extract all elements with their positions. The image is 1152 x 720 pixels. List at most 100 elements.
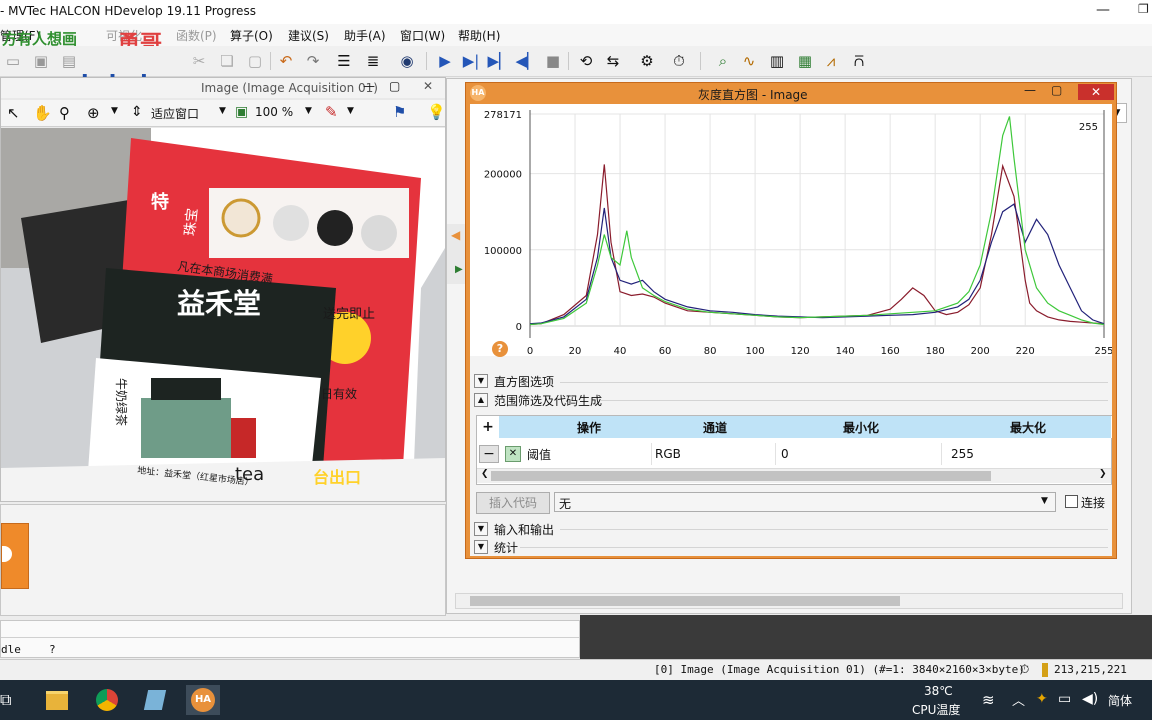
volume-icon[interactable]: ◀) [1082,691,1098,707]
magnifier-icon[interactable]: ⚲ [59,104,70,122]
col-header-max[interactable]: 最大化 [945,416,1112,438]
step-over-icon[interactable]: ▶| [460,50,482,72]
program-hscroll-thumb[interactable] [470,596,900,606]
chevron-down-icon[interactable]: ▼ [219,106,226,116]
histogram-chart[interactable]: 0 20 40 60 80 100 120 140 160 180 200 220 255 0 100000… [470,104,1114,357]
tool-icon[interactable]: ⚙ [636,50,658,72]
menu-window[interactable]: 窗口(W) [400,27,445,44]
profiler-icon[interactable]: ⏱ [668,50,690,72]
draw-color-icon[interactable]: ✎ [325,103,338,121]
camera-image[interactable]: 益禾堂 珠宝 特 凡在本商场消费满 送完即止 牛奶绿茶 tea 日有效 台出口 … [1,128,445,501]
code-target-select[interactable]: 无 ▼ [554,492,1056,512]
program-collapse-icon[interactable]: ◀ [451,228,460,242]
new-icon[interactable]: ▭ [2,50,24,72]
chevron-down-icon[interactable]: ▼ [1041,496,1048,506]
edit2-icon[interactable]: ≣ [362,50,384,72]
section-statistics[interactable]: ▼ 统计 [474,539,518,555]
task-view-icon[interactable]: ⧉ [0,690,11,710]
fit-window-label[interactable]: 适应窗口 [151,105,199,122]
chevron-down-icon[interactable]: ▼ [111,106,118,116]
dlg-close-button[interactable]: ✕ [1078,84,1114,100]
image-inspect-icon[interactable]: ⌕ [712,50,734,72]
cell-max[interactable]: 255 [951,443,1107,465]
region-feature-icon[interactable]: ▦ [794,50,816,72]
undo-icon[interactable]: ↶ [275,50,297,72]
copy-icon[interactable]: ❏ [216,50,238,72]
section-histogram-options[interactable]: ▼ 直方图选项 [474,373,554,389]
chevron-down-icon[interactable]: ▼ [347,106,354,116]
fit-window-icon[interactable]: ⇕ [131,104,143,120]
binoculars-icon[interactable]: ◉ [396,50,418,72]
histogram-titlebar[interactable]: HA 灰度直方图 - Image — ▢ ✕ [466,83,1116,103]
zoom-level[interactable]: 100 % [255,105,293,119]
halcon-taskbar-icon[interactable]: HA [186,685,220,715]
tray-app-icon[interactable]: ✦ [1036,691,1048,707]
chevron-up-icon[interactable]: ▲ [474,393,488,407]
line-profile-icon[interactable]: ▥ [766,50,788,72]
save-all-icon[interactable]: ▤ [58,50,80,72]
chevron-down-icon[interactable]: ▼ [474,522,488,536]
connect-checkbox[interactable] [1065,495,1078,508]
paste-icon[interactable]: ▢ [244,50,266,72]
pointer-icon[interactable]: ↖ [7,104,20,122]
histogram-icon[interactable]: ∿ [738,50,760,72]
dlg-minimize-button[interactable]: — [1024,83,1036,97]
edit-icon[interactable]: ☰ [333,50,355,72]
step-out-icon[interactable]: ◀▏ [515,50,538,72]
pan-hand-icon[interactable]: ✋ [33,104,52,122]
menu-operators[interactable]: 算子(O) [230,27,273,44]
ime-label[interactable]: 简体 [1108,692,1132,709]
scroll-left-icon[interactable]: ❮ [481,469,489,479]
restore-button[interactable]: ❐ [1138,2,1149,16]
chrome-icon[interactable] [90,685,124,715]
chevron-down-icon[interactable]: ▼ [474,374,488,388]
section-range-filter[interactable]: ▲ 范围筛选及代码生成 [474,392,602,408]
section-io[interactable]: ▼ 输入和输出 [474,521,554,537]
scroll-right-icon[interactable]: ❯ [1099,469,1107,479]
var-name[interactable]: dle [1,643,21,656]
step-into-icon[interactable]: ▶▏ [487,50,510,72]
cell-operation[interactable]: 阈值 [527,443,652,465]
row-checkbox[interactable]: ✕ [505,446,521,462]
program-hscrollbar[interactable] [455,593,1123,609]
col-header-channel[interactable]: 通道 [653,416,778,438]
gw-close-button[interactable]: ✕ [423,79,433,93]
stop-icon[interactable]: ■ [542,50,564,72]
run-icon[interactable]: ▶ [434,50,456,72]
pc-reset-icon[interactable]: ⇆ [602,50,624,72]
lightbulb-icon[interactable]: 💡 [427,103,446,121]
add-row-button[interactable]: + [477,416,499,438]
redo-icon[interactable]: ↷ [302,50,324,72]
table-hscroll-thumb[interactable] [491,471,991,481]
ocr-icon[interactable]: ⩃ [848,50,870,72]
zoom-in-icon[interactable]: ⊕ [87,104,100,122]
file-explorer-icon[interactable] [40,685,74,715]
gw-minimize-button[interactable]: — [363,79,375,93]
cell-min[interactable]: 0 [781,443,942,465]
app-icon[interactable] [138,685,172,715]
pixel-info-icon[interactable]: ⚑ [393,103,406,121]
wifi-icon[interactable]: ≋ [982,691,995,709]
table-hscrollbar[interactable]: ❮ ❯ [477,468,1111,483]
col-header-min[interactable]: 最小化 [777,416,946,438]
network-icon[interactable]: ▭ [1058,691,1071,707]
dlg-maximize-button[interactable]: ▢ [1051,83,1062,97]
operator-icon-tile[interactable] [1,523,29,589]
menu-help[interactable]: 帮助(H) [458,27,500,44]
feature-histogram-icon[interactable]: ⩘ [820,50,842,72]
help-icon[interactable]: ? [492,341,508,357]
chevron-up-icon[interactable]: ︿ [1012,690,1025,709]
chevron-down-icon[interactable]: ▼ [474,540,488,554]
cell-channel[interactable]: RGB [655,443,776,465]
remove-row-button[interactable]: − [479,445,499,463]
menu-assistants[interactable]: 助手(A) [344,27,386,44]
cut-icon[interactable]: ✂ [188,50,210,72]
insert-code-button[interactable]: 插入代码 [476,492,550,514]
chevron-down-icon[interactable]: ▼ [305,106,312,116]
menu-suggestions[interactable]: 建议(S) [288,27,329,44]
save-icon[interactable]: ▣ [30,50,52,72]
reset-icon[interactable]: ⟲ [575,50,597,72]
minimize-button[interactable]: — [1096,2,1110,18]
menu-functions[interactable]: 函数(P) [176,27,217,44]
connect-label[interactable]: 连接 [1081,494,1105,511]
